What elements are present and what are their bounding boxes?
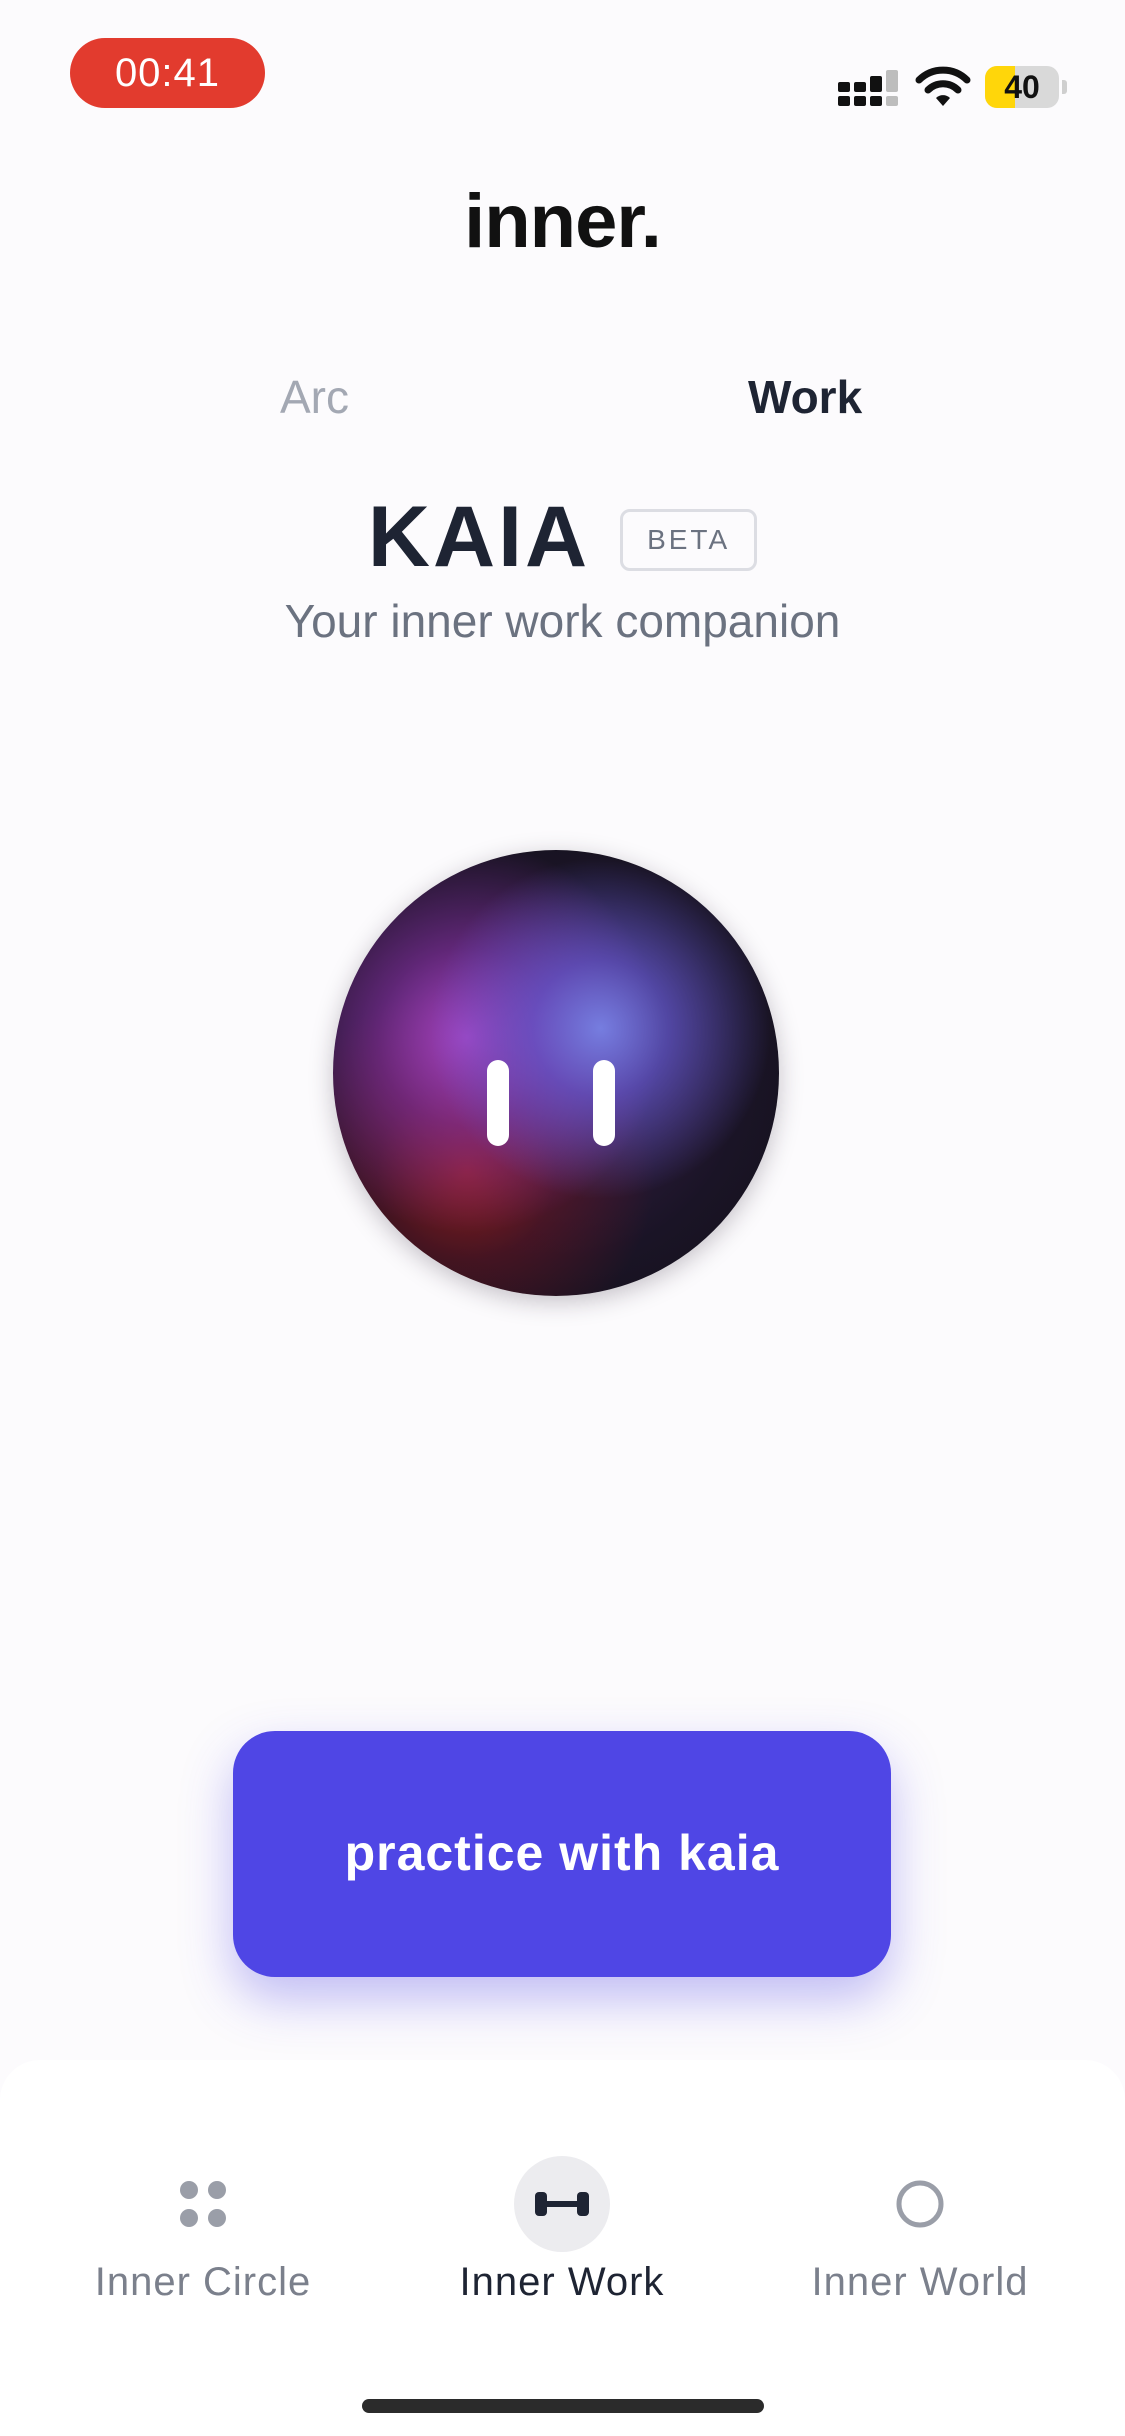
- companion-name: KAIA: [367, 489, 591, 585]
- nav-label-inner-world: Inner World: [811, 2260, 1029, 2304]
- home-indicator[interactable]: [362, 2399, 764, 2413]
- battery-level: 40: [1004, 68, 1040, 105]
- nav-item-inner-circle[interactable]: Inner Circle: [38, 2156, 368, 2305]
- practice-button-label: practice with kaia: [344, 1825, 780, 1882]
- beta-badge: BETA: [620, 508, 758, 571]
- nav-label-inner-work: Inner Work: [459, 2260, 665, 2304]
- pause-bar-right: [593, 1060, 615, 1146]
- recording-time: 00:41: [114, 50, 221, 95]
- signal-icon: [838, 70, 898, 106]
- recording-timer[interactable]: 00:41: [70, 38, 265, 108]
- bottom-nav: Inner Circle Inner Work Inner World: [0, 2060, 1125, 2436]
- practice-with-kaia-button[interactable]: practice with kaia: [233, 1731, 891, 1977]
- circle-icon: [896, 2180, 944, 2228]
- dumbbell-icon: [535, 2192, 589, 2216]
- battery-body: 40: [985, 66, 1059, 108]
- tab-work[interactable]: Work: [748, 370, 862, 424]
- app-logo-title: inner.: [464, 179, 662, 264]
- nav-icon-wrap-inner-world: [872, 2156, 968, 2252]
- companion-subtitle: Your inner work companion: [284, 595, 841, 647]
- wifi-icon: [915, 66, 971, 106]
- nav-icon-wrap-inner-circle: [155, 2156, 251, 2252]
- nav-item-inner-world[interactable]: Inner World: [755, 2156, 1085, 2305]
- kaia-orb-pause-button[interactable]: [333, 850, 779, 1296]
- status-bar: 00:41 40: [0, 0, 1125, 140]
- companion-heading: KAIA BETA: [0, 488, 1125, 587]
- battery-icon: 40: [985, 66, 1067, 108]
- nav-icon-wrap-inner-work: [514, 2156, 610, 2252]
- dots-grid-icon: [180, 2181, 226, 2227]
- tab-arc[interactable]: Arc: [280, 370, 349, 424]
- nav-label-inner-circle: Inner Circle: [94, 2260, 312, 2304]
- pause-bar-left: [487, 1060, 509, 1146]
- battery-tip: [1062, 80, 1067, 94]
- nav-item-inner-work[interactable]: Inner Work: [397, 2156, 727, 2305]
